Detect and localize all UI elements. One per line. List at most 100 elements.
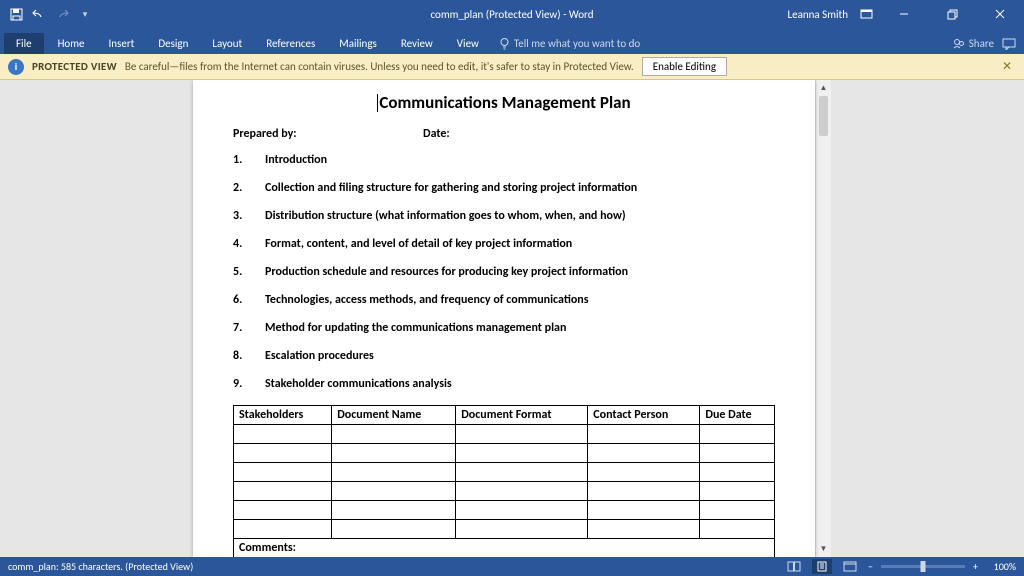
section-title: Distribution structure (what information… [265, 209, 626, 223]
tab-design[interactable]: Design [146, 33, 200, 54]
tab-home[interactable]: Home [46, 33, 97, 54]
table-cell [700, 501, 775, 520]
section-title: Technologies, access methods, and freque… [265, 293, 589, 307]
restore-button[interactable] [932, 0, 972, 28]
tab-insert[interactable]: Insert [97, 33, 147, 54]
comments-row: Comments: [234, 539, 775, 558]
section-item: 7.Method for updating the communications… [233, 321, 775, 335]
date-label: Date: [423, 127, 450, 141]
tab-references[interactable]: References [254, 33, 327, 54]
table-header: Due Date [700, 406, 775, 425]
ribbon-display-options-icon[interactable] [856, 4, 876, 24]
table-cell [700, 482, 775, 501]
table-cell [332, 463, 456, 482]
table-cell [700, 520, 775, 539]
enable-editing-button[interactable]: Enable Editing [642, 57, 727, 76]
title-bar: ▾ comm_plan (Protected View) - Word Lean… [0, 0, 1024, 28]
read-mode-icon[interactable] [784, 559, 804, 574]
tab-view[interactable]: View [445, 33, 491, 54]
tab-layout[interactable]: Layout [200, 33, 254, 54]
table-row [234, 444, 775, 463]
section-item: 6.Technologies, access methods, and freq… [233, 293, 775, 307]
section-item: 4.Format, content, and level of detail o… [233, 237, 775, 251]
vertical-scrollbar[interactable]: ▲ ▼ [815, 80, 831, 557]
section-title: Production schedule and resources for pr… [265, 265, 628, 279]
section-title: Escalation procedures [265, 349, 374, 363]
table-cell [588, 425, 700, 444]
scroll-track[interactable] [816, 136, 831, 541]
section-item: 8.Escalation procedures [233, 349, 775, 363]
section-title: Format, content, and level of detail of … [265, 237, 572, 251]
document-area: Communications Management Plan Prepared … [0, 80, 1024, 557]
section-number: 9. [233, 377, 265, 391]
section-item: 2.Collection and filing structure for ga… [233, 181, 775, 195]
table-cell [588, 520, 700, 539]
window-title: comm_plan (Protected View) - Word [430, 8, 593, 21]
table-cell [234, 520, 332, 539]
section-number: 8. [233, 349, 265, 363]
table-cell [700, 425, 775, 444]
protected-view-label: PROTECTED VIEW [32, 60, 117, 73]
table-header: Document Format [456, 406, 588, 425]
scroll-up-icon[interactable]: ▲ [816, 80, 831, 96]
tell-me-placeholder: Tell me what you want to do [514, 37, 640, 50]
section-list: 1.Introduction2.Collection and filing st… [233, 153, 775, 391]
share-button[interactable]: Share [953, 37, 994, 50]
section-number: 1. [233, 153, 265, 167]
doc-heading: Communications Management Plan [233, 92, 775, 113]
tab-file[interactable]: File [4, 33, 44, 54]
table-cell [456, 463, 588, 482]
print-layout-icon[interactable] [812, 559, 832, 574]
table-cell [588, 501, 700, 520]
quick-access-toolbar: ▾ [0, 4, 95, 24]
section-number: 2. [233, 181, 265, 195]
comments-cell: Comments: [234, 539, 775, 558]
save-icon[interactable] [6, 4, 26, 24]
minimize-button[interactable] [884, 0, 924, 28]
close-button[interactable] [980, 0, 1020, 28]
user-name[interactable]: Leanna Smith [787, 8, 848, 21]
table-header: Stakeholders [234, 406, 332, 425]
section-number: 7. [233, 321, 265, 335]
ribbon-tabs: File Home Insert Design Layout Reference… [0, 28, 1024, 54]
scroll-down-icon[interactable]: ▼ [816, 541, 831, 557]
scroll-thumb[interactable] [819, 96, 828, 136]
document-page[interactable]: Communications Management Plan Prepared … [193, 80, 815, 557]
undo-icon[interactable] [29, 4, 49, 24]
tab-review[interactable]: Review [389, 33, 445, 54]
tab-mailings[interactable]: Mailings [327, 33, 389, 54]
protected-view-bar: i PROTECTED VIEW Be careful—files from t… [0, 54, 1024, 80]
qat-dropdown-icon[interactable]: ▾ [75, 4, 95, 24]
table-row [234, 482, 775, 501]
zoom-slider[interactable] [881, 565, 965, 568]
status-text[interactable]: comm_plan: 585 characters. (Protected Vi… [8, 560, 193, 573]
table-row [234, 425, 775, 444]
table-cell [456, 501, 588, 520]
table-row [234, 501, 775, 520]
zoom-in-button[interactable]: + [973, 560, 978, 573]
zoom-out-button[interactable]: − [868, 560, 873, 573]
table-cell [588, 444, 700, 463]
redo-icon[interactable] [52, 4, 72, 24]
table-header: Document Name [332, 406, 456, 425]
table-cell [332, 482, 456, 501]
table-cell [456, 520, 588, 539]
section-title: Stakeholder communications analysis [265, 377, 452, 391]
comments-pane-icon[interactable] [1002, 38, 1016, 50]
table-cell [700, 444, 775, 463]
close-protected-bar-icon[interactable]: ✕ [998, 57, 1016, 76]
table-cell [332, 425, 456, 444]
section-item: 5.Production schedule and resources for … [233, 265, 775, 279]
table-cell [332, 444, 456, 463]
section-title: Collection and filing structure for gath… [265, 181, 637, 195]
section-item: 3.Distribution structure (what informati… [233, 209, 775, 223]
web-layout-icon[interactable] [840, 559, 860, 574]
table-row [234, 463, 775, 482]
table-header: Contact Person [588, 406, 700, 425]
table-cell [456, 482, 588, 501]
section-title: Introduction [265, 153, 327, 167]
section-number: 4. [233, 237, 265, 251]
lightbulb-icon [499, 37, 510, 50]
tell-me-search[interactable]: Tell me what you want to do [491, 33, 648, 54]
zoom-level[interactable]: 100% [986, 560, 1016, 573]
